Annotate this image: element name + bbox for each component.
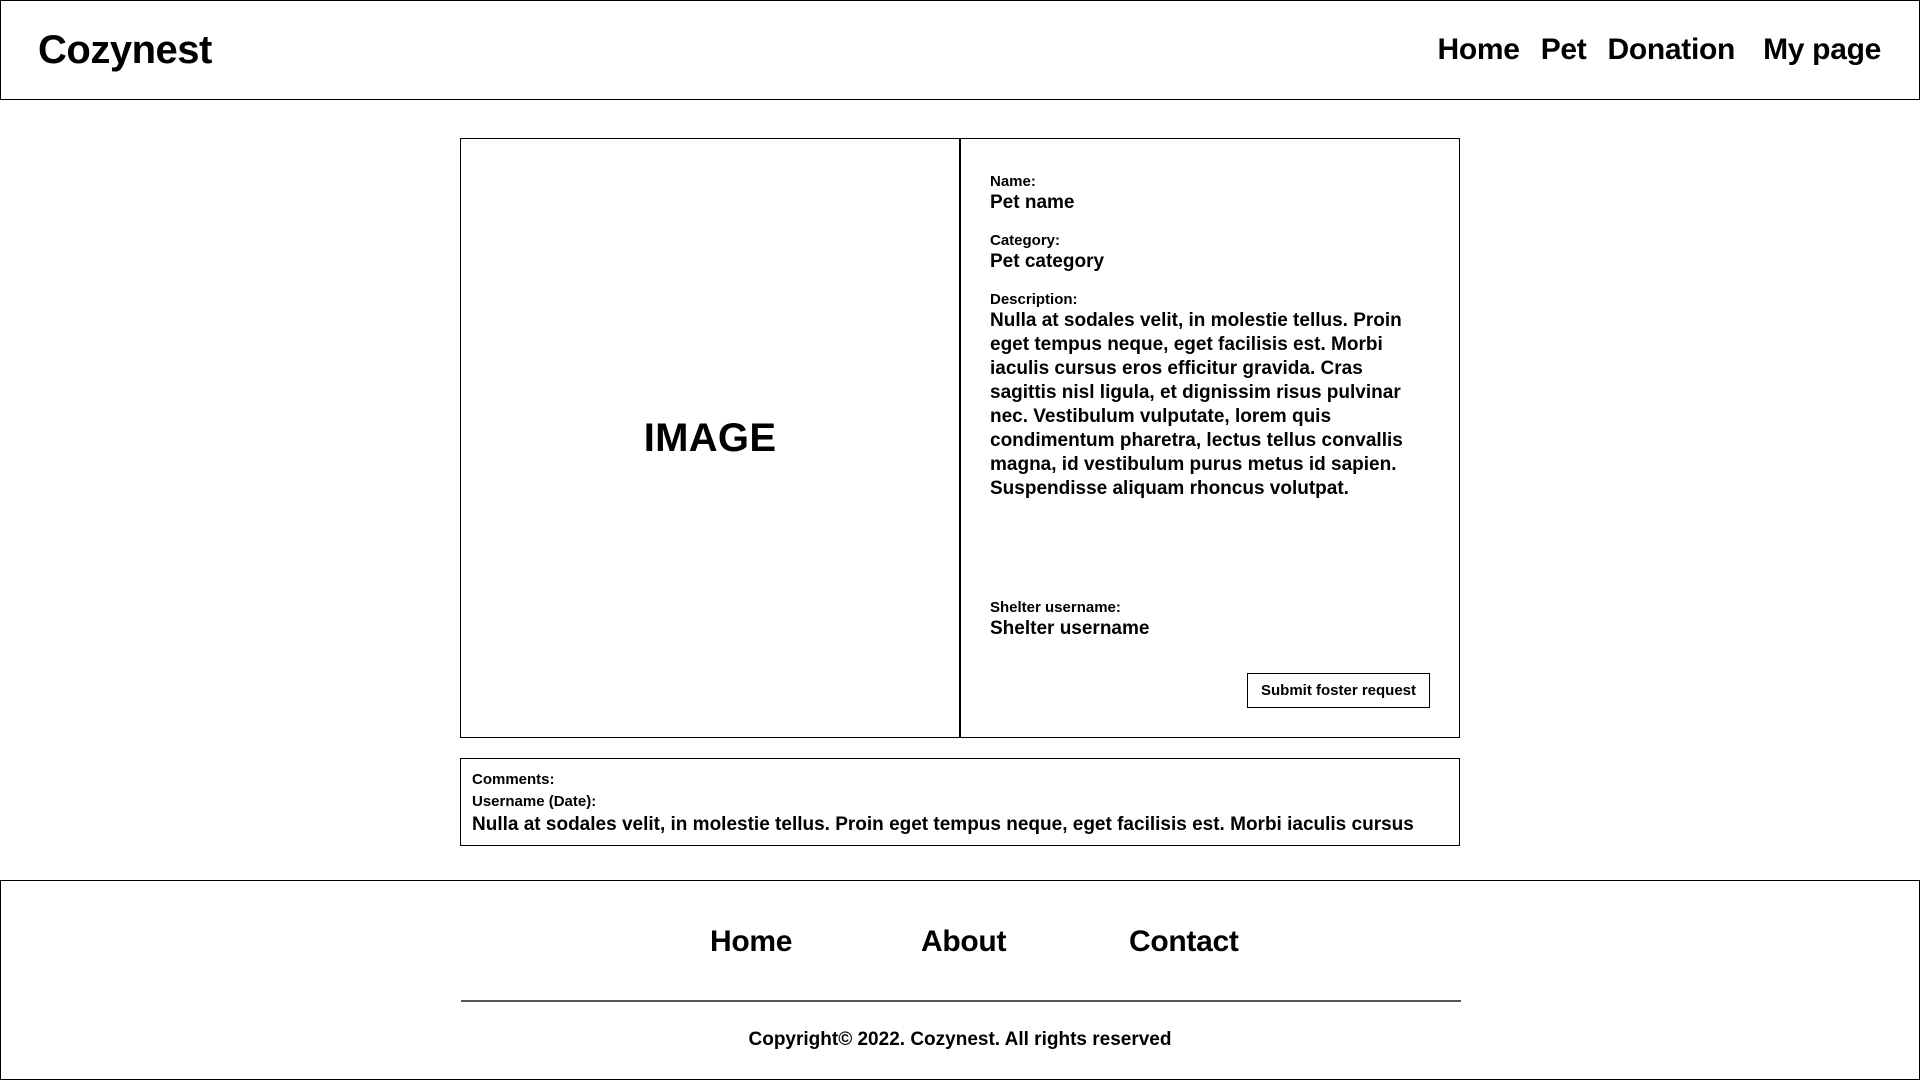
nav-my-page-link[interactable]: My page [1763,33,1881,67]
image-placeholder-text: IMAGE [643,415,777,460]
footer-contact-link[interactable]: Contact [1129,925,1239,959]
comment-text: Nulla at sodales velit, in molestie tell… [472,814,1414,835]
pet-description-field: Description: Nulla at sodales velit, in … [990,291,1431,501]
site-header: Cozynest Home Pet Donation My page [0,0,1920,100]
pet-image: IMAGE [461,139,961,737]
site-footer: Home About Contact Copyright© 2022. Cozy… [0,880,1920,1080]
shelter-username-label: Shelter username: [990,599,1121,616]
pet-info-panel: Name: Pet name Category: Pet category De… [961,139,1459,737]
footer-home-link[interactable]: Home [710,925,792,959]
pet-name-label: Name: [990,173,1036,190]
pet-name-value: Pet name [990,192,1075,213]
copyright-text: Copyright© 2022. Cozynest. All rights re… [748,1029,1172,1050]
comment-author-date: Username (Date): [472,793,597,810]
nav-donation-link[interactable]: Donation [1607,33,1735,67]
pet-description-label: Description: [990,291,1078,308]
brand-logo[interactable]: Cozynest [38,28,212,73]
shelter-username-value: Shelter username [990,618,1150,639]
pet-category-value: Pet category [990,251,1105,272]
comments-label: Comments: [472,771,555,788]
pet-category-field: Category: Pet category [990,232,1431,274]
pet-detail-card: IMAGE Name: Pet name Category: Pet categ… [460,138,1460,738]
shelter-username-field: Shelter username: Shelter username [990,599,1149,641]
comments-section: Comments: Username (Date): Nulla at soda… [460,758,1460,846]
pet-description-value: Nulla at sodales velit, in molestie tell… [990,310,1403,499]
main-nav: Home Pet Donation My page [1417,33,1882,67]
pet-detail-page: Cozynest Home Pet Donation My page IMAGE… [0,0,1920,1080]
nav-pet-link[interactable]: Pet [1541,33,1587,67]
footer-divider [461,1000,1461,1002]
comment-item: Username (Date): Nulla at sodales velit,… [472,791,1448,837]
nav-home-link[interactable]: Home [1438,33,1520,67]
submit-foster-request-button[interactable]: Submit foster request [1247,673,1430,708]
pet-name-field: Name: Pet name [990,173,1431,215]
pet-category-label: Category: [990,232,1061,249]
footer-about-link[interactable]: About [921,925,1006,959]
footer-nav: Home About Contact [1,925,1919,965]
